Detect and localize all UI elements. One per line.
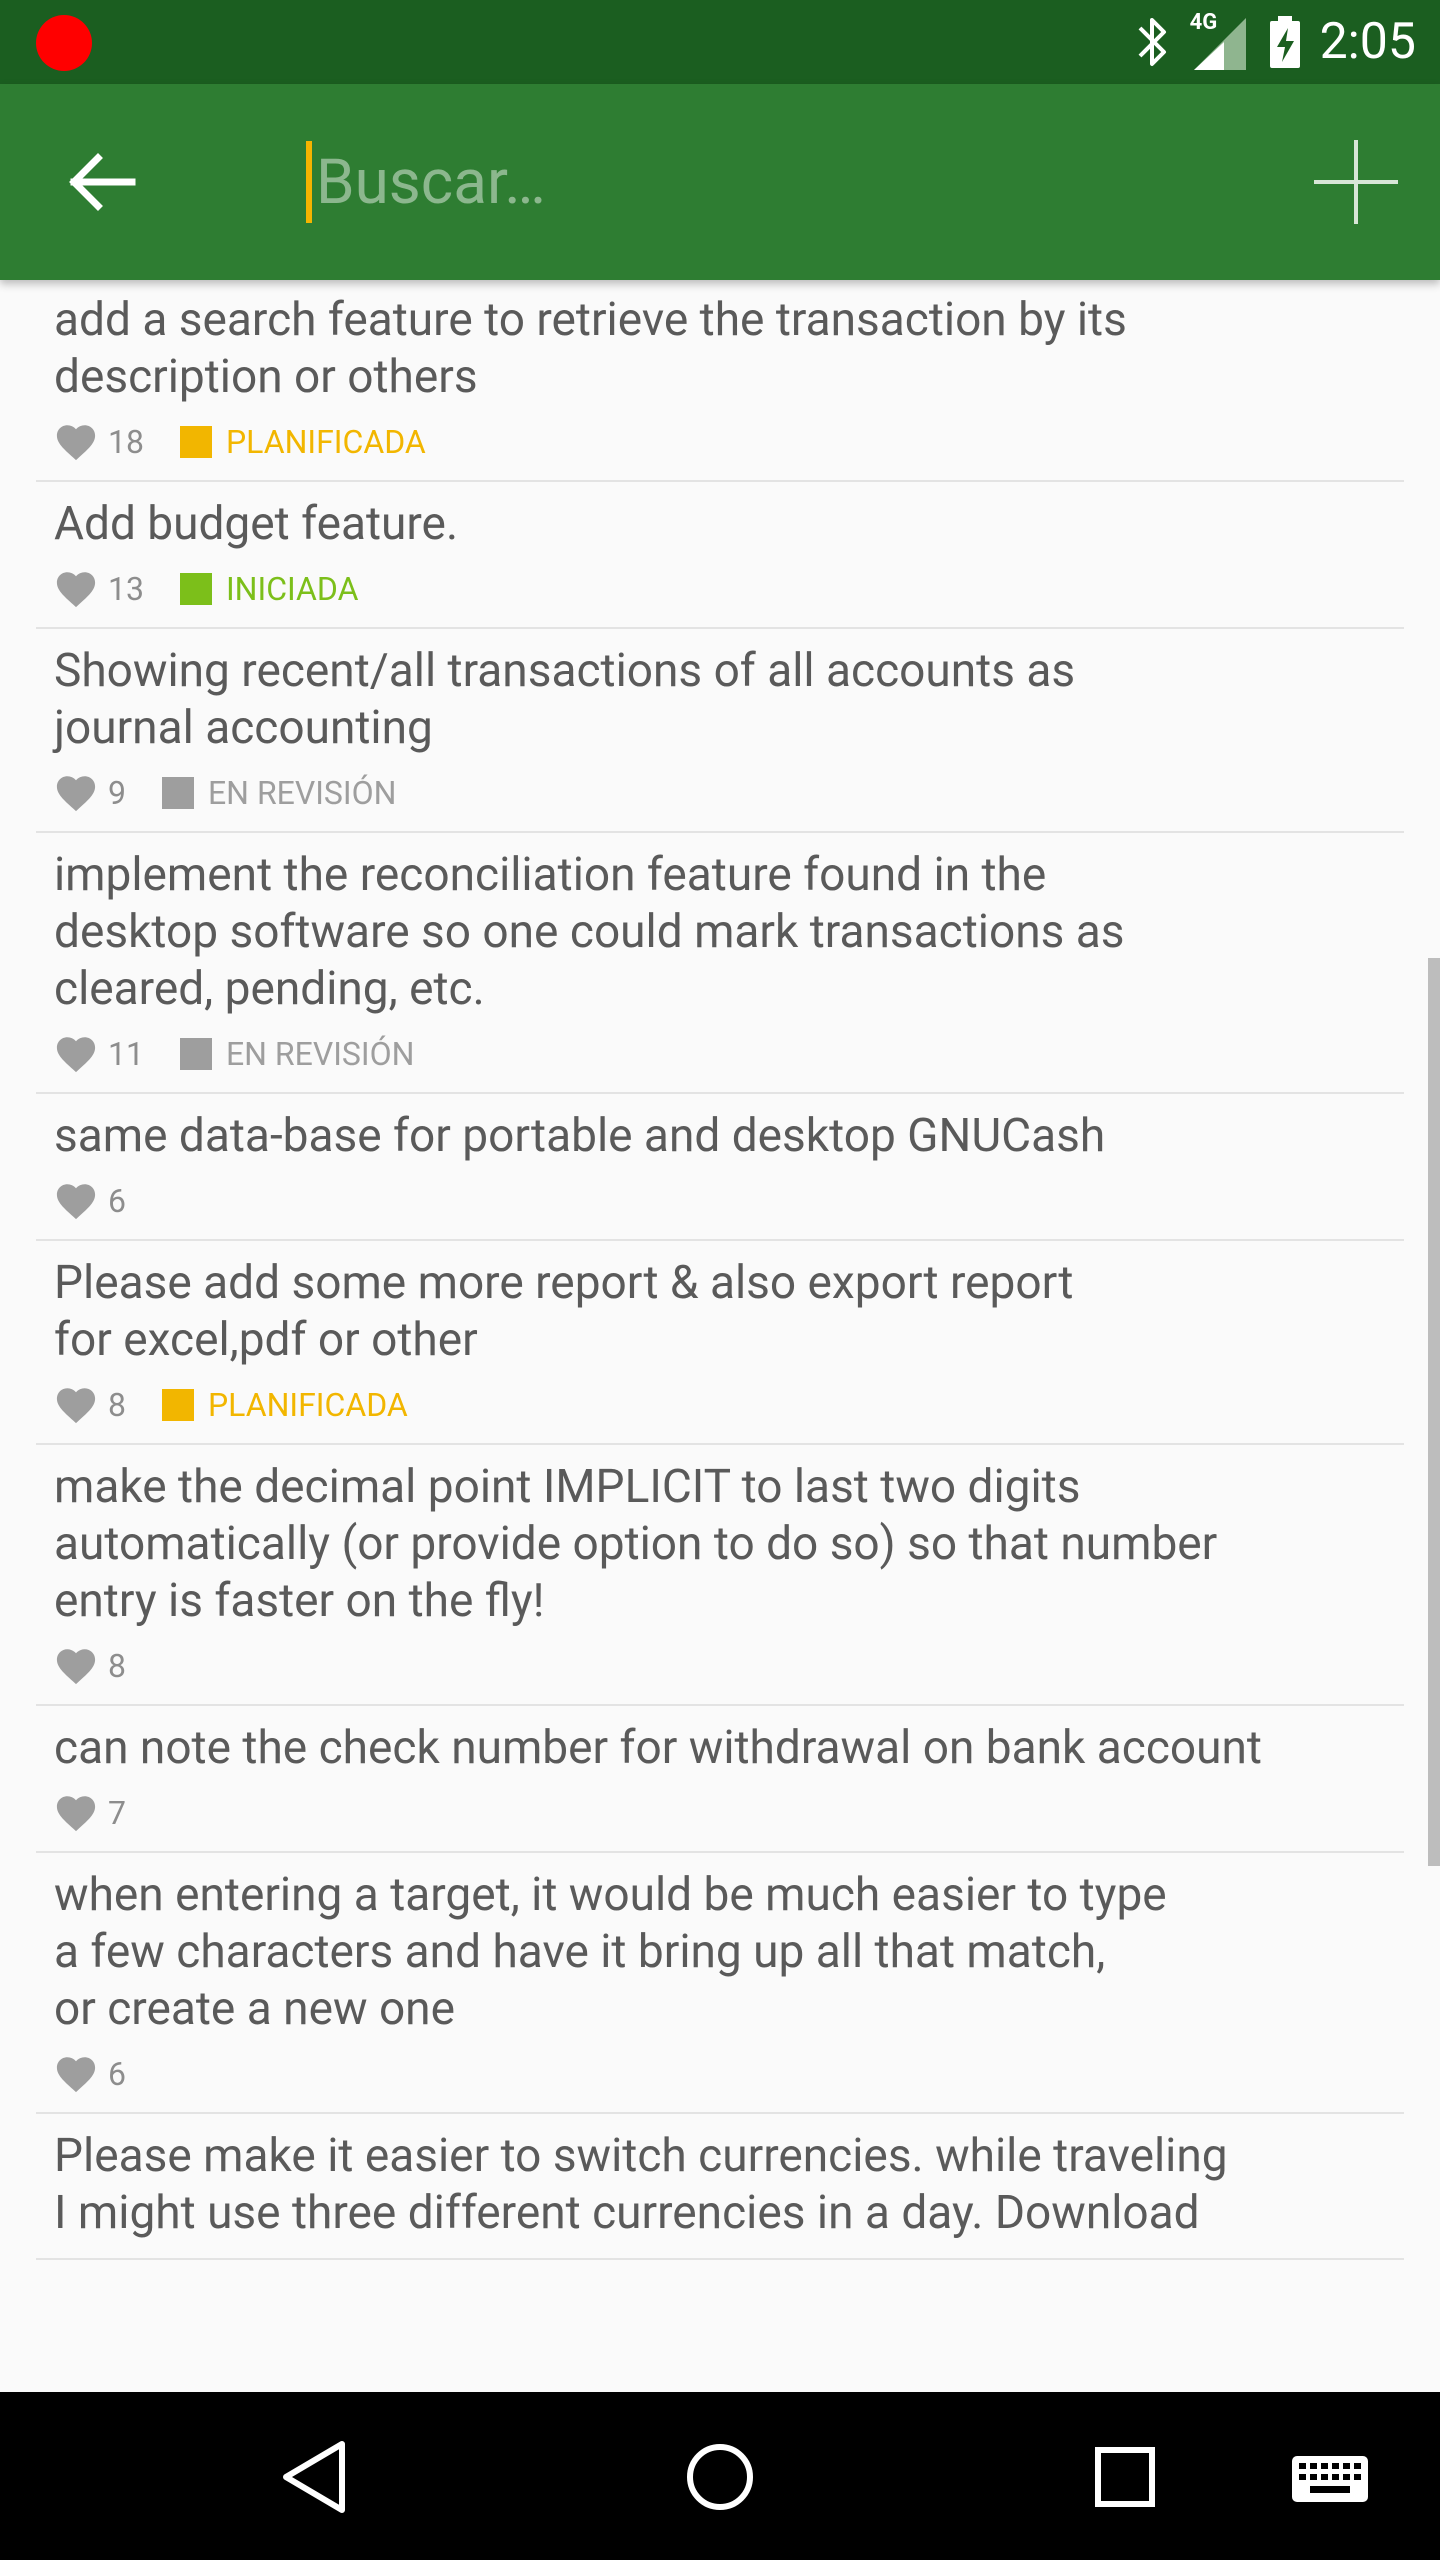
suggestion-title: same data-base for portable and desktop … bbox=[54, 1109, 1106, 1163]
vote-count: 13 bbox=[108, 570, 144, 608]
status-color-square bbox=[179, 573, 212, 605]
status-bar: 4G 2:05 bbox=[0, 0, 1440, 84]
list-item[interactable]: implement the reconciliation feature fou… bbox=[36, 833, 1404, 1094]
status-color-square bbox=[179, 426, 212, 458]
suggestion-meta: 6 bbox=[54, 1179, 1386, 1223]
suggestion-title: make the decimal point IMPLICIT to last … bbox=[54, 1460, 1218, 1628]
arrow-back-icon bbox=[69, 153, 136, 211]
suggestion-title: Please add some more report & also expor… bbox=[54, 1256, 1074, 1367]
heart-icon[interactable] bbox=[54, 1034, 98, 1074]
suggestion-title: when entering a target, it would be much… bbox=[54, 1868, 1167, 2036]
vote-count: 11 bbox=[108, 1035, 144, 1073]
heart-icon[interactable] bbox=[54, 422, 98, 462]
status-badge: PLANIFICADA bbox=[225, 423, 426, 461]
battery-charging-icon bbox=[1269, 16, 1300, 68]
scrollbar[interactable] bbox=[1428, 958, 1440, 1866]
list-item[interactable]: make the decimal point IMPLICIT to last … bbox=[36, 1445, 1404, 1706]
suggestion-title: Showing recent/all transactions of all a… bbox=[54, 644, 1076, 755]
heart-icon[interactable] bbox=[54, 1181, 98, 1221]
status-badge: EN REVISIÓN bbox=[207, 774, 397, 812]
nav-recents-icon[interactable] bbox=[1080, 2432, 1170, 2522]
vote-count: 7 bbox=[108, 1794, 126, 1832]
suggestion-title: Add budget feature. bbox=[54, 497, 459, 551]
suggestion-meta: 8 PLANIFICADA bbox=[54, 1383, 1386, 1427]
list-item[interactable]: Add budget feature. 13 INICIADA bbox=[36, 482, 1404, 629]
heart-icon[interactable] bbox=[54, 2054, 98, 2094]
status-color-square bbox=[179, 1038, 212, 1070]
recording-indicator-icon bbox=[36, 15, 92, 71]
list-item[interactable]: Showing recent/all transactions of all a… bbox=[36, 629, 1404, 833]
heart-icon[interactable] bbox=[54, 1646, 98, 1686]
vote-count: 6 bbox=[108, 1182, 126, 1220]
nav-home-icon[interactable] bbox=[675, 2432, 765, 2522]
suggestion-list[interactable]: add a search feature to retrieve the tra… bbox=[36, 280, 1404, 2392]
suggestion-meta: 6 bbox=[54, 2052, 1386, 2096]
status-color-square bbox=[161, 1389, 194, 1421]
list-item[interactable]: can note the check number for withdrawal… bbox=[36, 1706, 1404, 1853]
list-item[interactable]: when entering a target, it would be much… bbox=[36, 1853, 1404, 2114]
vote-count: 18 bbox=[108, 423, 144, 461]
suggestion-meta: 11 EN REVISIÓN bbox=[54, 1032, 1386, 1076]
vote-count: 9 bbox=[108, 774, 126, 812]
suggestion-meta: 7 bbox=[54, 1791, 1386, 1835]
network-indicator: 4G bbox=[1190, 10, 1250, 72]
bluetooth-icon bbox=[1138, 18, 1166, 66]
app-bar bbox=[0, 84, 1440, 280]
heart-icon[interactable] bbox=[54, 1793, 98, 1833]
list-item[interactable]: Please make it easier to switch currenci… bbox=[36, 2114, 1404, 2260]
cell-signal-icon bbox=[1193, 18, 1246, 70]
clock: 2:05 bbox=[1319, 13, 1416, 71]
vote-count: 8 bbox=[108, 1647, 126, 1685]
plus-icon bbox=[1314, 140, 1398, 224]
status-badge: EN REVISIÓN bbox=[225, 1035, 415, 1073]
nav-back-icon[interactable] bbox=[270, 2432, 360, 2522]
search-box[interactable] bbox=[306, 132, 1206, 232]
heart-icon[interactable] bbox=[54, 773, 98, 813]
list-item[interactable]: same data-base for portable and desktop … bbox=[36, 1094, 1404, 1241]
keyboard-icon[interactable] bbox=[1290, 2432, 1370, 2522]
navigation-bar bbox=[0, 2392, 1440, 2560]
list-item[interactable]: add a search feature to retrieve the tra… bbox=[36, 280, 1404, 482]
search-input[interactable] bbox=[314, 144, 1178, 220]
text-cursor bbox=[306, 141, 312, 223]
suggestion-meta: 9 EN REVISIÓN bbox=[54, 771, 1386, 815]
status-badge: PLANIFICADA bbox=[207, 1386, 408, 1424]
back-button[interactable] bbox=[60, 140, 144, 224]
list-item[interactable]: Please add some more report & also expor… bbox=[36, 1241, 1404, 1445]
status-color-square bbox=[161, 777, 194, 809]
suggestion-meta: 8 bbox=[54, 1644, 1386, 1688]
heart-icon[interactable] bbox=[54, 1385, 98, 1425]
status-icons: 4G 2:05 bbox=[1132, 0, 1416, 84]
suggestion-title: add a search feature to retrieve the tra… bbox=[54, 293, 1127, 404]
suggestion-title: implement the reconciliation feature fou… bbox=[54, 848, 1125, 1016]
heart-icon[interactable] bbox=[54, 569, 98, 609]
status-badge: INICIADA bbox=[225, 570, 359, 608]
suggestion-title: Please make it easier to switch currenci… bbox=[54, 2129, 1228, 2240]
vote-count: 6 bbox=[108, 2055, 126, 2093]
vote-count: 8 bbox=[108, 1386, 126, 1424]
add-button[interactable] bbox=[1310, 136, 1402, 228]
suggestion-meta: 18 PLANIFICADA bbox=[54, 420, 1386, 464]
suggestion-meta: 13 INICIADA bbox=[54, 567, 1386, 611]
suggestion-title: can note the check number for withdrawal… bbox=[54, 1721, 1262, 1775]
